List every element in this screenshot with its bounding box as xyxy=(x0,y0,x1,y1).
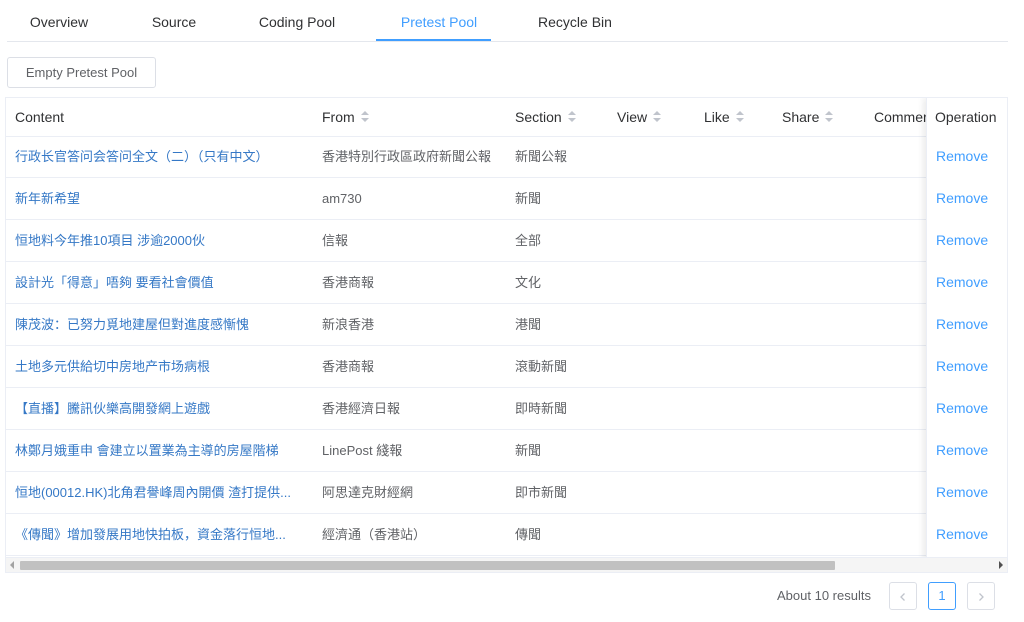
chevron-left-icon xyxy=(900,592,905,601)
table-row: 【直播】騰訊伙樂高開發網上遊戲 香港經濟日報 即時新聞 xyxy=(6,388,1007,430)
content-link[interactable]: 設計光「得意」唔夠 要看社會價值 xyxy=(15,262,315,303)
column-header-label: View xyxy=(617,109,648,125)
table-header: Content From Section View Like Share Com… xyxy=(6,98,1007,137)
tab-recycle-bin[interactable]: Recycle Bin xyxy=(530,0,620,40)
table-row: 恒地料今年推10項目 涉逾2000伙 信報 全部 xyxy=(6,220,1007,262)
section-cell: 即市新聞 xyxy=(515,485,568,500)
from-cell: 香港特別行政區政府新聞公報 xyxy=(322,149,492,164)
empty-pretest-pool-button[interactable]: Empty Pretest Pool xyxy=(7,57,156,88)
column-header-label: Content xyxy=(15,109,65,125)
from-cell: LinePost 綫報 xyxy=(322,443,403,458)
section-cell: 傳聞 xyxy=(515,527,542,542)
remove-button[interactable]: Remove xyxy=(936,178,988,219)
remove-button[interactable]: Remove xyxy=(936,472,988,513)
prev-page-button[interactable] xyxy=(889,582,917,610)
from-cell: am730 xyxy=(322,191,362,206)
section-cell: 新聞 xyxy=(515,443,542,458)
content-link[interactable]: 行政长官答问会答问全文（二）（只有中文） xyxy=(15,136,315,177)
from-cell: 經濟通（香港站） xyxy=(322,527,427,542)
content-link[interactable]: 【直播】騰訊伙樂高開發網上遊戲 xyxy=(15,388,315,429)
content-link[interactable]: 新年新希望 xyxy=(15,178,315,219)
tab-coding-pool[interactable]: Coding Pool xyxy=(252,0,342,40)
operation-column: Operation Remove Remove Remove Remove Remove… xyxy=(926,98,1007,572)
from-cell: 新浪香港 xyxy=(322,317,375,332)
chevron-right-icon xyxy=(979,592,984,601)
table-row: 土地多元供給切中房地产市场病根 香港商報 滾動新聞 xyxy=(6,346,1007,388)
from-cell: 香港經濟日報 xyxy=(322,401,401,416)
content-link[interactable]: 林鄭月娥重申 會建立以置業為主導的房屋階梯 xyxy=(15,430,315,471)
sort-caret-icon[interactable] xyxy=(824,110,834,124)
tab-pretest-pool[interactable]: Pretest Pool xyxy=(389,0,489,40)
column-header-label: Section xyxy=(515,109,562,125)
column-header-label: Share xyxy=(782,109,820,125)
column-header-comment[interactable]: Commer xyxy=(874,98,928,136)
remove-button[interactable]: Remove xyxy=(936,220,988,261)
column-header-operation: Operation xyxy=(935,109,997,125)
horizontal-scrollbar[interactable] xyxy=(6,557,1007,572)
column-header-content: Content xyxy=(15,98,64,136)
from-cell: 阿思達克財經網 xyxy=(322,485,414,500)
table-row: 設計光「得意」唔夠 要看社會價值 香港商報 文化 xyxy=(6,262,1007,304)
tab-bar: Overview Source Coding Pool Pretest Pool… xyxy=(7,0,1008,42)
column-header-from[interactable]: From xyxy=(322,98,370,136)
page-number-button[interactable]: 1 xyxy=(928,582,956,610)
section-cell: 滾動新聞 xyxy=(515,359,568,374)
tab-source[interactable]: Source xyxy=(144,0,204,40)
table-row: 《傳聞》增加發展用地快拍板，資金落行恒地... 經濟通（香港站） 傳聞 xyxy=(6,514,1007,556)
column-header-label: Like xyxy=(704,109,730,125)
column-header-label: From xyxy=(322,109,355,125)
active-tab-indicator xyxy=(376,39,491,41)
section-cell: 文化 xyxy=(515,275,542,290)
section-cell: 新聞 xyxy=(515,191,542,206)
remove-button[interactable]: Remove xyxy=(936,514,988,555)
column-header-section[interactable]: Section xyxy=(515,98,577,136)
column-header-view[interactable]: View xyxy=(617,98,662,136)
table-row: 行政长官答问会答问全文（二）（只有中文） 香港特別行政區政府新聞公報 新聞公報 xyxy=(6,136,1007,178)
column-header-label: Commer xyxy=(874,109,928,125)
table-row: 林鄭月娥重申 會建立以置業為主導的房屋階梯 LinePost 綫報 新聞 xyxy=(6,430,1007,472)
remove-button[interactable]: Remove xyxy=(936,430,988,471)
scroll-right-icon[interactable] xyxy=(999,561,1003,569)
section-cell: 新聞公報 xyxy=(515,149,568,164)
scroll-left-icon[interactable] xyxy=(10,561,14,569)
sort-caret-icon[interactable] xyxy=(567,110,577,124)
content-link[interactable]: 《傳聞》增加發展用地快拍板，資金落行恒地... xyxy=(15,514,315,555)
pretest-pool-table: Content From Section View Like Share Com… xyxy=(5,97,1008,573)
content-link[interactable]: 恒地(00012.HK)北角君譽峰周內開價 渣打提供... xyxy=(15,472,315,513)
section-cell: 全部 xyxy=(515,233,542,248)
scrollbar-thumb[interactable] xyxy=(20,561,835,570)
tab-overview[interactable]: Overview xyxy=(24,0,94,40)
content-link[interactable]: 恒地料今年推10項目 涉逾2000伙 xyxy=(15,220,315,261)
section-cell: 即時新聞 xyxy=(515,401,568,416)
table-row: 新年新希望 am730 新聞 xyxy=(6,178,1007,220)
remove-button[interactable]: Remove xyxy=(936,262,988,303)
remove-button[interactable]: Remove xyxy=(936,346,988,387)
next-page-button[interactable] xyxy=(967,582,995,610)
from-cell: 香港商報 xyxy=(322,275,375,290)
section-cell: 港聞 xyxy=(515,317,542,332)
content-link[interactable]: 土地多元供給切中房地产市场病根 xyxy=(15,346,315,387)
sort-caret-icon[interactable] xyxy=(735,110,745,124)
table-row: 恒地(00012.HK)北角君譽峰周內開價 渣打提供... 阿思達克財經網 即市新聞 xyxy=(6,472,1007,514)
column-header-share[interactable]: Share xyxy=(782,98,834,136)
remove-button[interactable]: Remove xyxy=(936,136,988,177)
sort-caret-icon[interactable] xyxy=(360,110,370,124)
remove-button[interactable]: Remove xyxy=(936,304,988,345)
table-row: 陳茂波：已努力覓地建屋但對進度感慚愧 新浪香港 港聞 xyxy=(6,304,1007,346)
sort-caret-icon[interactable] xyxy=(652,110,662,124)
column-header-like[interactable]: Like xyxy=(704,98,745,136)
from-cell: 信報 xyxy=(322,233,349,248)
content-link[interactable]: 陳茂波：已努力覓地建屋但對進度感慚愧 xyxy=(15,304,315,345)
from-cell: 香港商報 xyxy=(322,359,375,374)
pagination-total: About 10 results xyxy=(777,588,871,603)
remove-button[interactable]: Remove xyxy=(936,388,988,429)
